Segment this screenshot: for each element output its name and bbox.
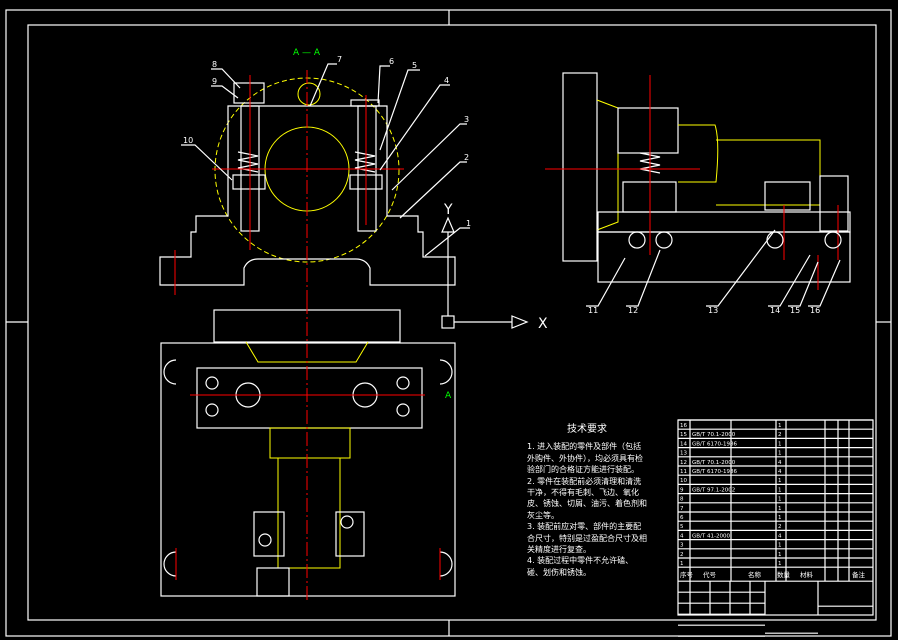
bom-row-code: GB/T 6170-1986 <box>692 469 737 475</box>
part-numbers-side: 11 12 13 14 15 16 <box>588 306 820 315</box>
bom-row-code: GB/T 41-2000 <box>692 533 730 539</box>
part-number: 5 <box>412 61 417 70</box>
bom-row-qty: 1 <box>778 451 782 457</box>
top-view: A <box>160 300 456 600</box>
bom-row-no: 4 <box>680 533 684 539</box>
bom-row-no: 10 <box>680 478 687 484</box>
bom-row-qty: 1 <box>778 543 782 549</box>
part-number: 15 <box>790 306 800 315</box>
tech-req-title: 技术要求 <box>567 424 607 435</box>
bom-header: 材料 <box>800 570 814 579</box>
bom-row-qty: 1 <box>778 506 782 512</box>
part-number: 13 <box>708 306 718 315</box>
bom-row-no: 13 <box>680 451 687 457</box>
side-view <box>545 72 851 290</box>
bom-row-qty: 4 <box>778 533 782 539</box>
part-number: 14 <box>770 306 780 315</box>
tech-req-item: 2. 零件在装配前必须清理和清洗干净，不得有毛刺、飞边、氧化皮、锈蚀、切屑、油污… <box>527 476 647 520</box>
part-number: 4 <box>444 76 449 85</box>
part-number: 12 <box>628 306 638 315</box>
bom-row-qty: 4 <box>778 469 782 475</box>
bom-row-code: GB/T 70.1-2000 <box>692 460 736 466</box>
part-number: 11 <box>588 306 598 315</box>
part-number: 16 <box>810 306 820 315</box>
bom-row-no: 9 <box>680 487 684 493</box>
bom-row-no: 6 <box>680 515 684 521</box>
bom-row-qty: 4 <box>778 460 782 466</box>
bom-row-no: 3 <box>680 543 684 549</box>
part-number: 2 <box>464 153 469 162</box>
tech-req-item: 3. 装配前应对零、部件的主要配合尺寸，特别是过盈配合尺寸及相关精度进行复查。 <box>527 522 647 555</box>
tech-req-item: 4. 装配过程中零件不允许磕、碰、划伤和锈蚀。 <box>527 556 634 577</box>
bom-row-qty: 1 <box>778 515 782 521</box>
part-number: 9 <box>212 77 217 86</box>
bom-row-code: GB/T 70.1-2000 <box>692 432 736 438</box>
bom-row-qty: 1 <box>778 441 782 447</box>
cad-drawing: A — A 8 9 7 6 5 4 3 2 1 10 X Y 11 12 13 … <box>5 9 892 637</box>
technical-requirements: 技术要求 1. 进入装配的零件及部件（包括外购件、外协件），均必须具有检验部门的… <box>527 424 647 578</box>
part-numbers-front: 8 9 7 6 5 4 3 2 1 10 <box>183 55 471 228</box>
bom-table <box>677 419 874 637</box>
leader-lines <box>181 63 470 257</box>
view-marker: A <box>445 391 452 401</box>
bom-header: 备注 <box>852 570 866 579</box>
bom-row-qty: 2 <box>778 432 782 438</box>
bom-row-no: 2 <box>680 552 684 558</box>
y-axis-label: Y <box>443 202 453 218</box>
part-number: 3 <box>464 115 469 124</box>
leader-lines-side <box>586 229 841 307</box>
bom-row-no: 5 <box>680 524 684 530</box>
bom-row-qty: 2 <box>778 524 782 530</box>
bom-row-no: 1 <box>680 561 684 567</box>
bom-row-no: 11 <box>680 469 687 475</box>
bom-row-no: 7 <box>680 506 684 512</box>
bom-header: 代号 <box>703 570 717 579</box>
bom-row-no: 16 <box>680 423 687 429</box>
x-axis-label: X <box>538 316 548 332</box>
part-number: 10 <box>183 136 193 145</box>
bom-header: 数量 <box>777 570 791 579</box>
frame-ticks <box>6 10 891 636</box>
outer-frame <box>5 9 892 637</box>
part-number: 7 <box>337 55 342 64</box>
bom-row-code: GB/T 97.1-2002 <box>692 487 735 493</box>
bom-row-qty: 1 <box>778 487 782 493</box>
bom-header: 序号 <box>680 570 694 579</box>
tech-req-item: 1. 进入装配的零件及部件（包括外购件、外协件），均必须具有检验部门的合格证方能… <box>527 442 643 475</box>
bom-row-qty: 1 <box>778 552 782 558</box>
coordinate-axes: X Y <box>441 202 548 332</box>
bom-row-qty: 1 <box>778 561 782 567</box>
bom-row-no: 12 <box>680 460 687 466</box>
section-view-front: A — A <box>159 48 456 300</box>
bom-row-qty: 1 <box>778 478 782 484</box>
bom-row-qty: 1 <box>778 497 782 503</box>
bom-row-code: GB/T 6170-1986 <box>692 441 737 447</box>
part-number: 6 <box>389 57 394 66</box>
bom-row-no: 15 <box>680 432 687 438</box>
bom-row-no: 8 <box>680 497 684 503</box>
part-number: 8 <box>212 60 217 69</box>
bom-row-qty: 1 <box>778 423 782 429</box>
bom-header: 名称 <box>748 570 762 579</box>
bom-row-no: 14 <box>680 441 687 447</box>
section-label: A — A <box>293 48 321 58</box>
part-number: 1 <box>466 219 471 228</box>
